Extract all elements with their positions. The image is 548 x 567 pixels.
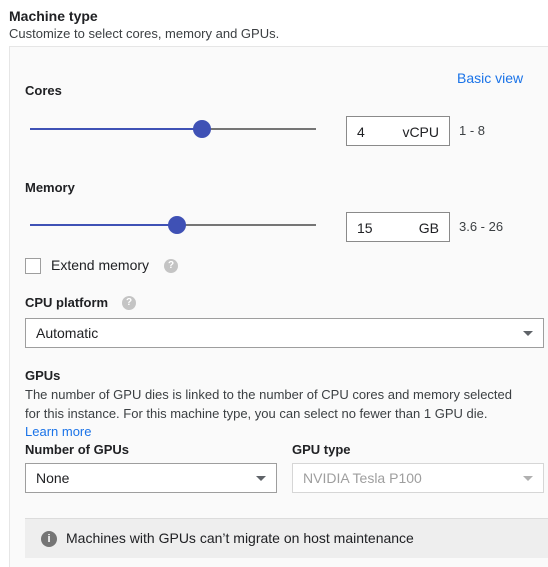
- help-icon[interactable]: ?: [122, 296, 136, 310]
- learn-more-link[interactable]: Learn more: [25, 424, 91, 439]
- cpu-platform-select[interactable]: Automatic: [25, 318, 544, 348]
- gpu-type-select[interactable]: NVIDIA Tesla P100: [292, 463, 544, 493]
- chevron-down-icon: [523, 331, 533, 336]
- memory-label: Memory: [25, 180, 75, 195]
- cores-value: 4: [357, 124, 365, 140]
- memory-slider-fill: [30, 224, 177, 226]
- cores-label: Cores: [25, 83, 62, 98]
- gpu-count-value: None: [36, 470, 70, 486]
- cores-slider-fill: [30, 128, 202, 130]
- notice-text: Machines with GPUs can’t migrate on host…: [66, 530, 414, 546]
- memory-unit: GB: [418, 220, 439, 236]
- gpu-count-select[interactable]: None: [25, 463, 277, 493]
- cores-slider[interactable]: [30, 120, 316, 138]
- section-subtitle: Customize to select cores, memory and GP…: [9, 26, 280, 41]
- gpus-title: GPUs: [25, 368, 61, 383]
- memory-slider-thumb[interactable]: [168, 216, 186, 234]
- gpu-count-label: Number of GPUs: [25, 442, 130, 457]
- memory-range: 3.6 - 26: [459, 219, 504, 234]
- cores-input[interactable]: 4 vCPU: [346, 116, 450, 146]
- memory-input[interactable]: 15 GB: [346, 212, 450, 242]
- cores-unit: vCPU: [402, 124, 439, 140]
- memory-value: 15: [357, 220, 373, 236]
- gpu-migration-notice: i Machines with GPUs can’t migrate on ho…: [25, 518, 548, 558]
- extend-memory-checkbox[interactable]: [25, 258, 41, 274]
- basic-view-link[interactable]: Basic view: [457, 70, 523, 86]
- cpu-platform-label: CPU platform: [25, 295, 109, 310]
- chevron-down-icon: [256, 476, 266, 481]
- extend-memory-label: Extend memory: [51, 257, 150, 273]
- cpu-platform-value: Automatic: [36, 325, 99, 341]
- gpu-type-label: GPU type: [292, 442, 351, 457]
- info-icon: i: [41, 531, 57, 547]
- chevron-down-icon: [523, 476, 533, 481]
- cores-slider-thumb[interactable]: [193, 120, 211, 138]
- gpus-description-line1: The number of GPU dies is linked to the …: [25, 387, 512, 402]
- memory-slider[interactable]: [30, 216, 316, 234]
- help-icon[interactable]: ?: [164, 259, 178, 273]
- gpus-description-line2: for this instance. For this machine type…: [25, 406, 488, 421]
- gpu-type-value: NVIDIA Tesla P100: [303, 470, 422, 486]
- section-title: Machine type: [9, 8, 98, 24]
- cores-range: 1 - 8: [459, 123, 486, 138]
